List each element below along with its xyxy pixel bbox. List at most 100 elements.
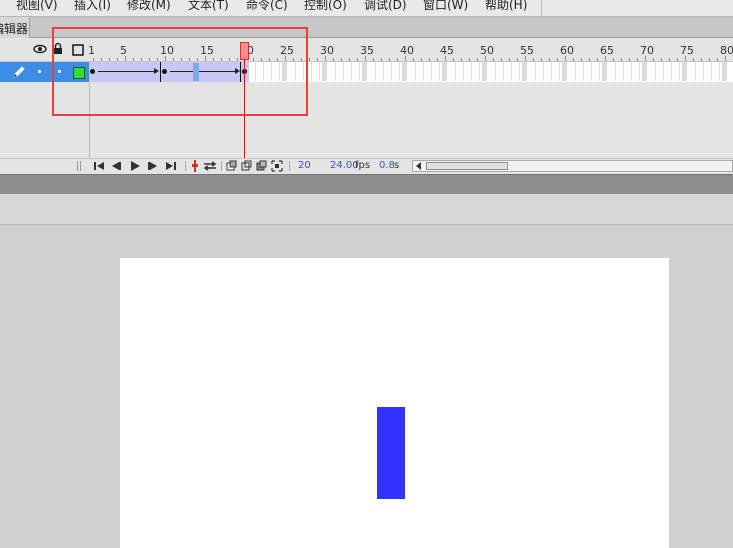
ruler-tick [509, 58, 510, 61]
frame-cell[interactable] [570, 62, 576, 81]
frame-cell[interactable] [666, 62, 672, 81]
menu-control[interactable]: 控制(O) [304, 0, 347, 13]
frame-cell[interactable] [370, 62, 376, 81]
frame-cell[interactable] [442, 62, 447, 81]
toolbar-divider [221, 161, 222, 171]
frame-cell[interactable] [682, 62, 687, 81]
ruler-tick [421, 58, 422, 61]
frame-cell[interactable] [554, 62, 560, 81]
play-icon[interactable] [129, 161, 141, 171]
frame-cell[interactable] [474, 62, 480, 81]
frame-cell[interactable] [314, 62, 320, 81]
edit-multiple-frames-icon[interactable] [256, 160, 268, 172]
center-frame-icon[interactable] [191, 160, 199, 172]
go-to-first-frame-icon[interactable] [93, 161, 105, 171]
frame-cell[interactable] [594, 62, 600, 81]
menu-help[interactable]: 帮助(H) [485, 0, 527, 13]
frame-cell[interactable] [482, 62, 487, 81]
visibility-dot[interactable] [38, 70, 41, 73]
frame-cell[interactable] [610, 62, 616, 81]
scrollbar-thumb[interactable] [426, 162, 508, 170]
frame-cell[interactable] [578, 62, 584, 81]
frame-cell[interactable] [338, 62, 344, 81]
frame-cell[interactable] [466, 62, 472, 81]
ruler-tick [333, 58, 334, 61]
onion-skin-icon[interactable] [226, 160, 238, 172]
frame-cell[interactable] [346, 62, 352, 81]
rectangle-shape[interactable] [377, 407, 405, 499]
ruler-tick [517, 58, 518, 61]
ruler-tick [445, 56, 446, 61]
ruler-tick [373, 58, 374, 61]
frame-cell[interactable] [410, 62, 416, 81]
loop-icon[interactable] [202, 161, 218, 171]
frame-cell[interactable] [538, 62, 544, 81]
menu-commands[interactable]: 命令(C) [246, 0, 288, 13]
frame-cell[interactable] [690, 62, 696, 81]
ruler-tick [685, 56, 686, 61]
frame-cell[interactable] [402, 62, 407, 81]
frame-cell[interactable] [602, 62, 607, 81]
panel-splitter[interactable] [0, 174, 733, 194]
ruler-tick [397, 58, 398, 61]
menu-modify[interactable]: 修改(M) [127, 0, 171, 13]
frame-cell[interactable] [426, 62, 432, 81]
frame-cell[interactable] [362, 62, 367, 81]
menu-insert[interactable]: 插入(I) [74, 0, 111, 13]
menu-debug[interactable]: 调试(D) [364, 0, 407, 13]
ruler-tick [597, 58, 598, 61]
timeline-horizontal-scrollbar[interactable] [412, 160, 733, 172]
frame-cell[interactable] [634, 62, 640, 81]
frame-cell[interactable] [522, 62, 527, 81]
frame-cell[interactable] [498, 62, 504, 81]
frame-cell[interactable] [586, 62, 592, 81]
ruler-label: 35 [360, 44, 374, 57]
frame-cell[interactable] [386, 62, 392, 81]
frame-cell[interactable] [514, 62, 520, 81]
ruler-tick [309, 58, 310, 61]
menu-view[interactable]: 视图(V) [16, 0, 58, 13]
frame-cell[interactable] [674, 62, 680, 81]
step-back-icon[interactable] [110, 161, 122, 171]
current-frame-readout[interactable]: 20 [298, 160, 311, 171]
ruler-tick [661, 58, 662, 61]
modify-onion-markers-icon[interactable] [271, 160, 283, 172]
frame-cell[interactable] [418, 62, 424, 81]
frame-cell[interactable] [354, 62, 360, 81]
frame-cell[interactable] [706, 62, 712, 81]
frame-cell[interactable] [698, 62, 704, 81]
frame-cell[interactable] [450, 62, 456, 81]
frame-cell[interactable] [530, 62, 536, 81]
ruler-tick [589, 58, 590, 61]
frame-cell[interactable] [394, 62, 400, 81]
frame-cell[interactable] [506, 62, 512, 81]
stage[interactable] [120, 258, 669, 548]
menu-window[interactable]: 窗口(W) [423, 0, 468, 13]
frame-rate-unit: fps [355, 160, 371, 171]
menu-text[interactable]: 文本(T) [188, 0, 229, 13]
frame-cell[interactable] [378, 62, 384, 81]
ruler-tick [669, 58, 670, 61]
frame-cell[interactable] [322, 62, 327, 81]
frame-cell[interactable] [714, 62, 720, 81]
frame-cell[interactable] [618, 62, 624, 81]
frame-cell[interactable] [650, 62, 656, 81]
frame-cell[interactable] [658, 62, 664, 81]
frame-cell[interactable] [626, 62, 632, 81]
frame-cell[interactable] [330, 62, 336, 81]
scroll-left-icon[interactable] [415, 162, 423, 170]
step-forward-icon[interactable] [147, 161, 159, 171]
onion-skin-outlines-icon[interactable] [241, 160, 253, 172]
frame-cell[interactable] [546, 62, 552, 81]
ruler-tick [693, 58, 694, 61]
frame-cell[interactable] [458, 62, 464, 81]
frame-cell[interactable] [562, 62, 567, 81]
frame-cell[interactable] [722, 62, 727, 81]
ruler-tick [453, 58, 454, 61]
panel-tab[interactable]: 编辑器 [0, 17, 30, 38]
go-to-last-frame-icon[interactable] [165, 161, 177, 171]
frame-cell[interactable] [434, 62, 440, 81]
ruler-label: 75 [680, 44, 694, 57]
frame-cell[interactable] [490, 62, 496, 81]
frame-cell[interactable] [642, 62, 647, 81]
